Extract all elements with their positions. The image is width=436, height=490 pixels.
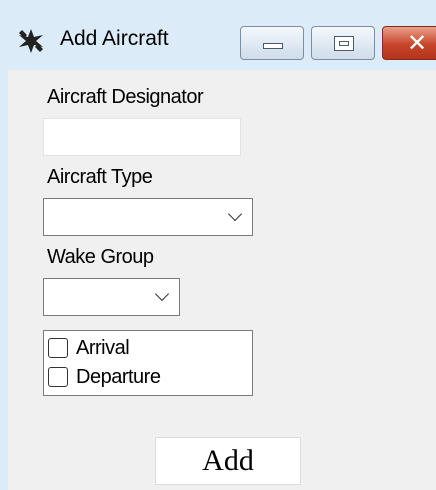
chevron-down-icon[interactable] <box>227 206 243 222</box>
minimize-icon <box>263 43 283 49</box>
maximize-button[interactable] <box>311 26 375 60</box>
window-title: Add Aircraft <box>60 27 169 50</box>
minimize-button[interactable] <box>240 26 304 60</box>
aircraft-type-select[interactable] <box>43 198 253 236</box>
arrival-checkbox[interactable] <box>48 338 68 358</box>
flight-mode-checklist: Arrival Departure <box>43 330 253 396</box>
chevron-down-icon[interactable] <box>154 286 170 302</box>
aircraft-type-label: Aircraft Type <box>47 166 153 188</box>
arrival-label: Arrival <box>76 337 130 359</box>
maximize-icon <box>334 36 354 51</box>
close-button[interactable]: ✕ <box>382 26 436 60</box>
departure-checkbox[interactable] <box>48 367 68 387</box>
add-aircraft-window: Add Aircraft ✕ Aircraft Designator Aircr… <box>0 0 436 490</box>
departure-label: Departure <box>76 366 161 388</box>
add-button[interactable]: Add <box>155 437 301 485</box>
close-icon: ✕ <box>407 29 428 57</box>
form-area: Aircraft Designator Aircraft Type Wake G… <box>8 70 436 490</box>
wake-group-select[interactable] <box>43 278 180 316</box>
aircraft-designator-label: Aircraft Designator <box>47 86 204 108</box>
wake-group-label: Wake Group <box>47 246 154 268</box>
aircraft-icon <box>19 29 43 53</box>
aircraft-designator-input[interactable] <box>43 118 241 156</box>
title-bar[interactable]: Add Aircraft ✕ <box>0 0 436 70</box>
